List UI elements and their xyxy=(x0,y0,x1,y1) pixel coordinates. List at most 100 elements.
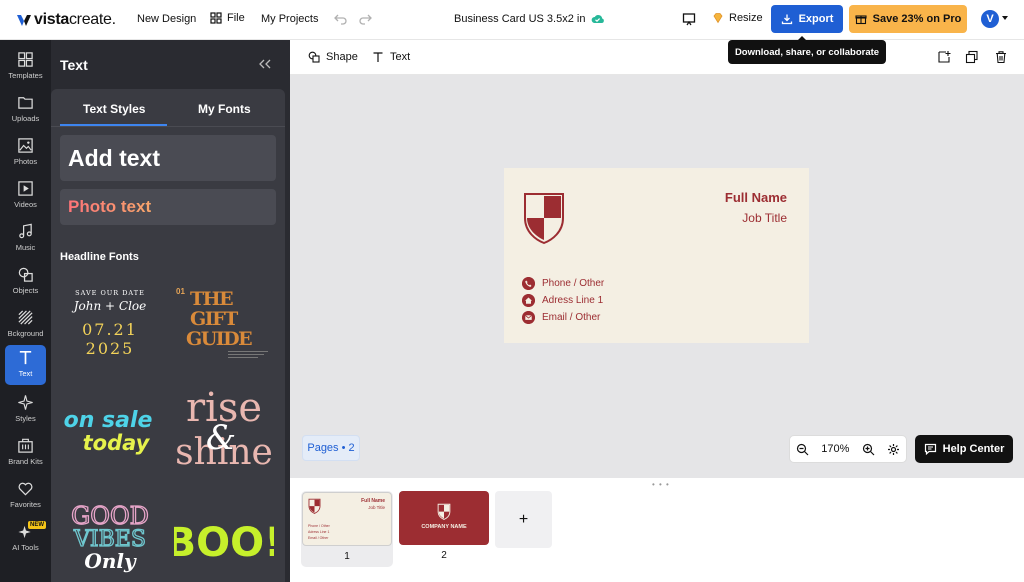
gift-line2-text: GIFT xyxy=(190,308,238,330)
font-sample-rise-shine[interactable]: rise shine & xyxy=(174,379,274,473)
file-menu[interactable]: File xyxy=(210,12,245,24)
music-icon xyxy=(19,223,32,239)
zoom-level[interactable]: 170% xyxy=(821,443,849,455)
left-rail: Templates Uploads Photos Videos Music Ob… xyxy=(0,40,51,582)
rail-templates[interactable]: Templates xyxy=(5,47,46,87)
editor-toolbar: Shape Text xyxy=(290,40,1024,75)
present-icon[interactable] xyxy=(681,11,697,27)
card-job-title[interactable]: Job Title xyxy=(742,211,787,225)
text-tool-label: Text xyxy=(390,51,411,63)
text-icon xyxy=(19,350,32,365)
page-thumbnail-2-preview: COMPANY NAME xyxy=(399,491,489,545)
my-projects-button[interactable]: My Projects xyxy=(261,13,318,25)
rail-brand-kits[interactable]: Brand Kits xyxy=(5,433,46,473)
photo-text-label: Photo text xyxy=(60,189,276,225)
design-canvas[interactable]: Full Name Job Title Phone / Other Adress… xyxy=(290,75,1024,478)
drag-handle-icon[interactable]: • • • xyxy=(652,480,670,489)
shield-logo-icon[interactable] xyxy=(522,190,566,245)
rail-label: Text xyxy=(18,369,33,378)
rail-label: Styles xyxy=(15,414,36,423)
help-center-button[interactable]: Help Center xyxy=(915,435,1013,463)
gift-line1-text: THE xyxy=(190,288,233,310)
settings-icon[interactable] xyxy=(887,443,900,456)
thumbnail-address: Adress Line 1 xyxy=(308,530,330,534)
brand-kits-icon xyxy=(18,438,33,453)
upgrade-pro-button[interactable]: Save 23% on Pro xyxy=(849,5,967,33)
card-email-row[interactable]: Email / Other xyxy=(522,311,600,324)
save-date-date2-text: 2025 xyxy=(86,339,135,358)
text-tool-icon xyxy=(373,52,383,62)
font-sample-save-date[interactable]: SAVE OUR DATE John + Cloe 07.21 2025 xyxy=(60,281,160,371)
zoom-out-icon[interactable] xyxy=(796,443,809,456)
diamond-icon xyxy=(713,13,723,24)
card-full-name[interactable]: Full Name xyxy=(725,190,787,205)
photo-text-button[interactable]: Photo text xyxy=(60,189,276,225)
undo-icon[interactable] xyxy=(332,11,348,27)
rail-styles[interactable]: Styles xyxy=(5,390,46,430)
home-icon xyxy=(522,294,535,307)
chevron-down-icon[interactable] xyxy=(1002,16,1008,20)
collapse-panel-icon[interactable] xyxy=(258,58,272,70)
card-phone-row[interactable]: Phone / Other xyxy=(522,277,604,290)
duplicate-page-icon[interactable] xyxy=(965,50,979,64)
user-avatar[interactable]: V xyxy=(981,10,999,28)
font-sample-gift-guide[interactable]: 01 THE GIFT GUIDE xyxy=(174,281,274,371)
page-strip: • • • Full Name Job Title Phone / Other … xyxy=(290,478,1024,582)
rail-objects[interactable]: Objects xyxy=(5,262,46,302)
business-card[interactable]: Full Name Job Title Phone / Other Adress… xyxy=(504,168,809,343)
pages-toggle-button[interactable]: Pages • 2 xyxy=(302,435,360,461)
shape-tool-button[interactable]: Shape xyxy=(308,51,358,63)
rail-videos[interactable]: Videos xyxy=(5,176,46,216)
delete-page-icon[interactable] xyxy=(994,50,1008,64)
styles-icon xyxy=(18,395,33,410)
logo-text-light: create. xyxy=(68,11,116,28)
rail-label: AI Tools xyxy=(12,543,39,552)
rail-favorites[interactable]: Favorites xyxy=(5,476,46,516)
thumbnail-email: Email / Other xyxy=(308,536,329,540)
zoom-in-icon[interactable] xyxy=(862,443,875,456)
card-address-row[interactable]: Adress Line 1 xyxy=(522,294,603,307)
photos-icon xyxy=(18,138,33,153)
document-title[interactable]: Business Card US 3.5x2 in xyxy=(454,13,605,25)
font-sample-on-sale[interactable]: on sale today xyxy=(60,379,160,469)
rail-background[interactable]: Bckground xyxy=(5,305,46,345)
good-1-text: GOOD xyxy=(71,502,149,530)
thumbnail-full-name: Full Name xyxy=(361,498,385,504)
save-date-names-text: John + Cloe xyxy=(71,299,147,313)
email-icon xyxy=(522,311,535,324)
export-tooltip: Download, share, or collaborate xyxy=(728,36,886,64)
font-sample-boo[interactable]: BOO! xyxy=(166,484,283,574)
rail-label: Favorites xyxy=(10,500,41,509)
add-page-button[interactable]: + xyxy=(495,491,552,548)
boo-text: BOO! xyxy=(174,520,274,566)
rail-label: Bckground xyxy=(7,329,44,338)
page-thumbnail-1[interactable]: Full Name Job Title Phone / Other Adress… xyxy=(301,491,393,567)
vistacreate-logo[interactable]: vistacreate. xyxy=(16,9,116,31)
background-icon xyxy=(18,310,33,325)
text-tool-button[interactable]: Text xyxy=(372,51,410,63)
tab-text-styles[interactable]: Text Styles xyxy=(83,102,145,116)
page-thumbnail-2[interactable]: COMPANY NAME 2 xyxy=(399,491,489,561)
cloud-saved-icon xyxy=(592,15,605,23)
rail-text[interactable]: Text xyxy=(5,345,46,385)
export-button[interactable]: Export xyxy=(771,5,843,33)
add-frame-icon[interactable] xyxy=(937,50,951,64)
on-sale-1-text: on sale xyxy=(64,408,153,433)
rail-label: Brand Kits xyxy=(8,457,43,466)
font-sample-good-vibes-art: GOOD VIBES Only xyxy=(70,501,149,573)
redo-icon[interactable] xyxy=(358,11,374,27)
font-sample-good-vibes[interactable]: GOOD VIBES Only xyxy=(60,484,160,574)
rail-photos[interactable]: Photos xyxy=(5,133,46,173)
rail-ai-tools[interactable]: AI Tools NEW xyxy=(5,519,46,559)
add-text-button[interactable]: Add text xyxy=(60,135,276,181)
objects-icon xyxy=(18,267,33,282)
thumbnail-company-name: COMPANY NAME xyxy=(421,524,467,530)
tab-my-fonts[interactable]: My Fonts xyxy=(198,102,251,116)
rail-label: Photos xyxy=(13,157,38,166)
card-phone-text: Phone / Other xyxy=(542,278,605,289)
font-sample-boo-art: BOO! xyxy=(166,520,283,566)
rail-music[interactable]: Music xyxy=(5,219,46,259)
resize-button[interactable]: Resize xyxy=(712,12,763,24)
rail-uploads[interactable]: Uploads xyxy=(5,90,46,130)
new-design-button[interactable]: New Design xyxy=(137,13,196,25)
